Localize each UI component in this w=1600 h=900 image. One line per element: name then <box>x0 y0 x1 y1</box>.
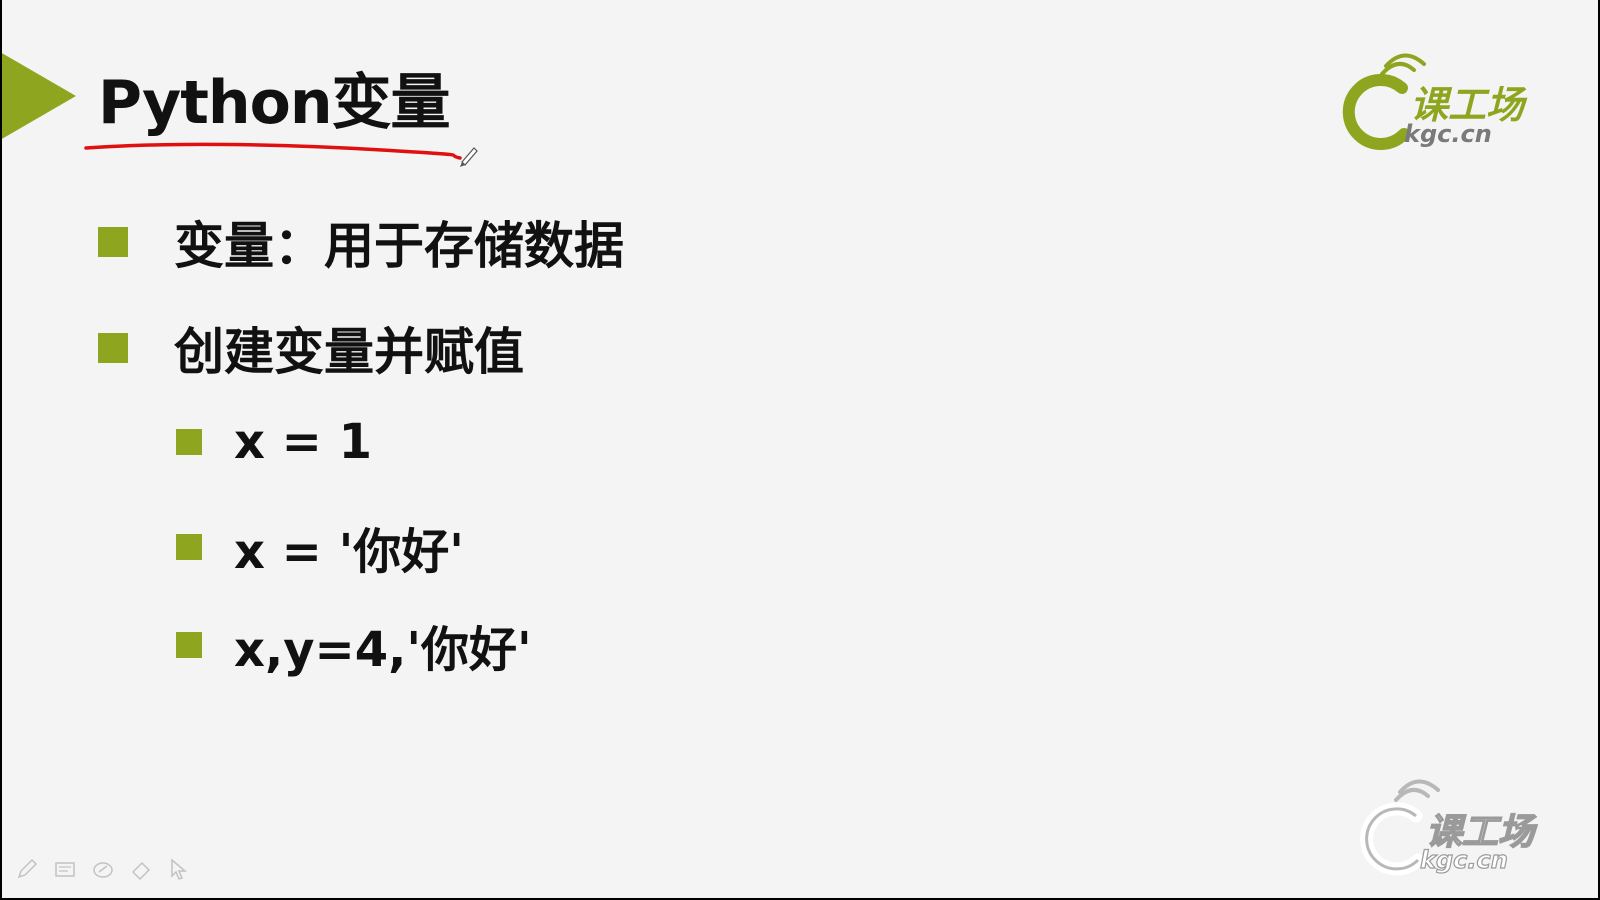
eraser-icon <box>131 861 151 881</box>
pen-cursor-icon <box>460 147 478 167</box>
watermark-domain-text: kgc.cn <box>1420 846 1508 874</box>
highlighter-icon <box>93 862 113 878</box>
bullet-text: 创建变量并赋值 <box>174 323 524 381</box>
square-bullet-icon <box>176 534 202 560</box>
presentation-slide: Python变量 课工场 kgc.cn 变量：用于存储数据 创建变量并赋值 x … <box>2 0 1598 898</box>
square-bullet-icon <box>176 632 202 658</box>
sub-bullet-item-3: x,y=4,'你好' <box>176 610 532 680</box>
slides-menu-button[interactable] <box>52 856 78 882</box>
pen-icon <box>17 858 38 879</box>
kgc-watermark: 课工场 kgc.cn <box>1360 779 1539 876</box>
slides-icon <box>55 862 75 877</box>
kgc-logo: 课工场 kgc.cn <box>1342 53 1528 150</box>
code-text: x,y=4,'你好' <box>234 622 532 678</box>
bullet-item-2: 创建变量并赋值 <box>98 312 524 384</box>
pen-tool-button[interactable] <box>14 856 40 882</box>
pointer-tool-button[interactable] <box>166 856 192 882</box>
logo-domain-text: kgc.cn <box>1404 120 1492 148</box>
sub-bullet-item-2: x = '你好' <box>176 512 464 582</box>
title-arrow-marker <box>2 52 76 140</box>
square-bullet-icon <box>98 333 128 363</box>
eraser-tool-button[interactable] <box>128 856 154 882</box>
sub-bullet-item-1: x = 1 <box>176 414 372 470</box>
red-pen-underline-annotation <box>84 142 478 167</box>
highlighter-tool-button[interactable] <box>90 856 116 882</box>
slide-title: Python变量 <box>98 68 451 138</box>
code-text: x = '你好' <box>234 524 464 580</box>
pointer-icon <box>171 858 188 880</box>
square-bullet-icon <box>98 227 128 257</box>
bullet-item-1: 变量：用于存储数据 <box>98 206 624 278</box>
square-bullet-icon <box>176 429 202 455</box>
code-text: x = 1 <box>234 414 372 470</box>
bullet-text: 变量：用于存储数据 <box>174 217 624 275</box>
presenter-toolbar <box>14 856 192 882</box>
